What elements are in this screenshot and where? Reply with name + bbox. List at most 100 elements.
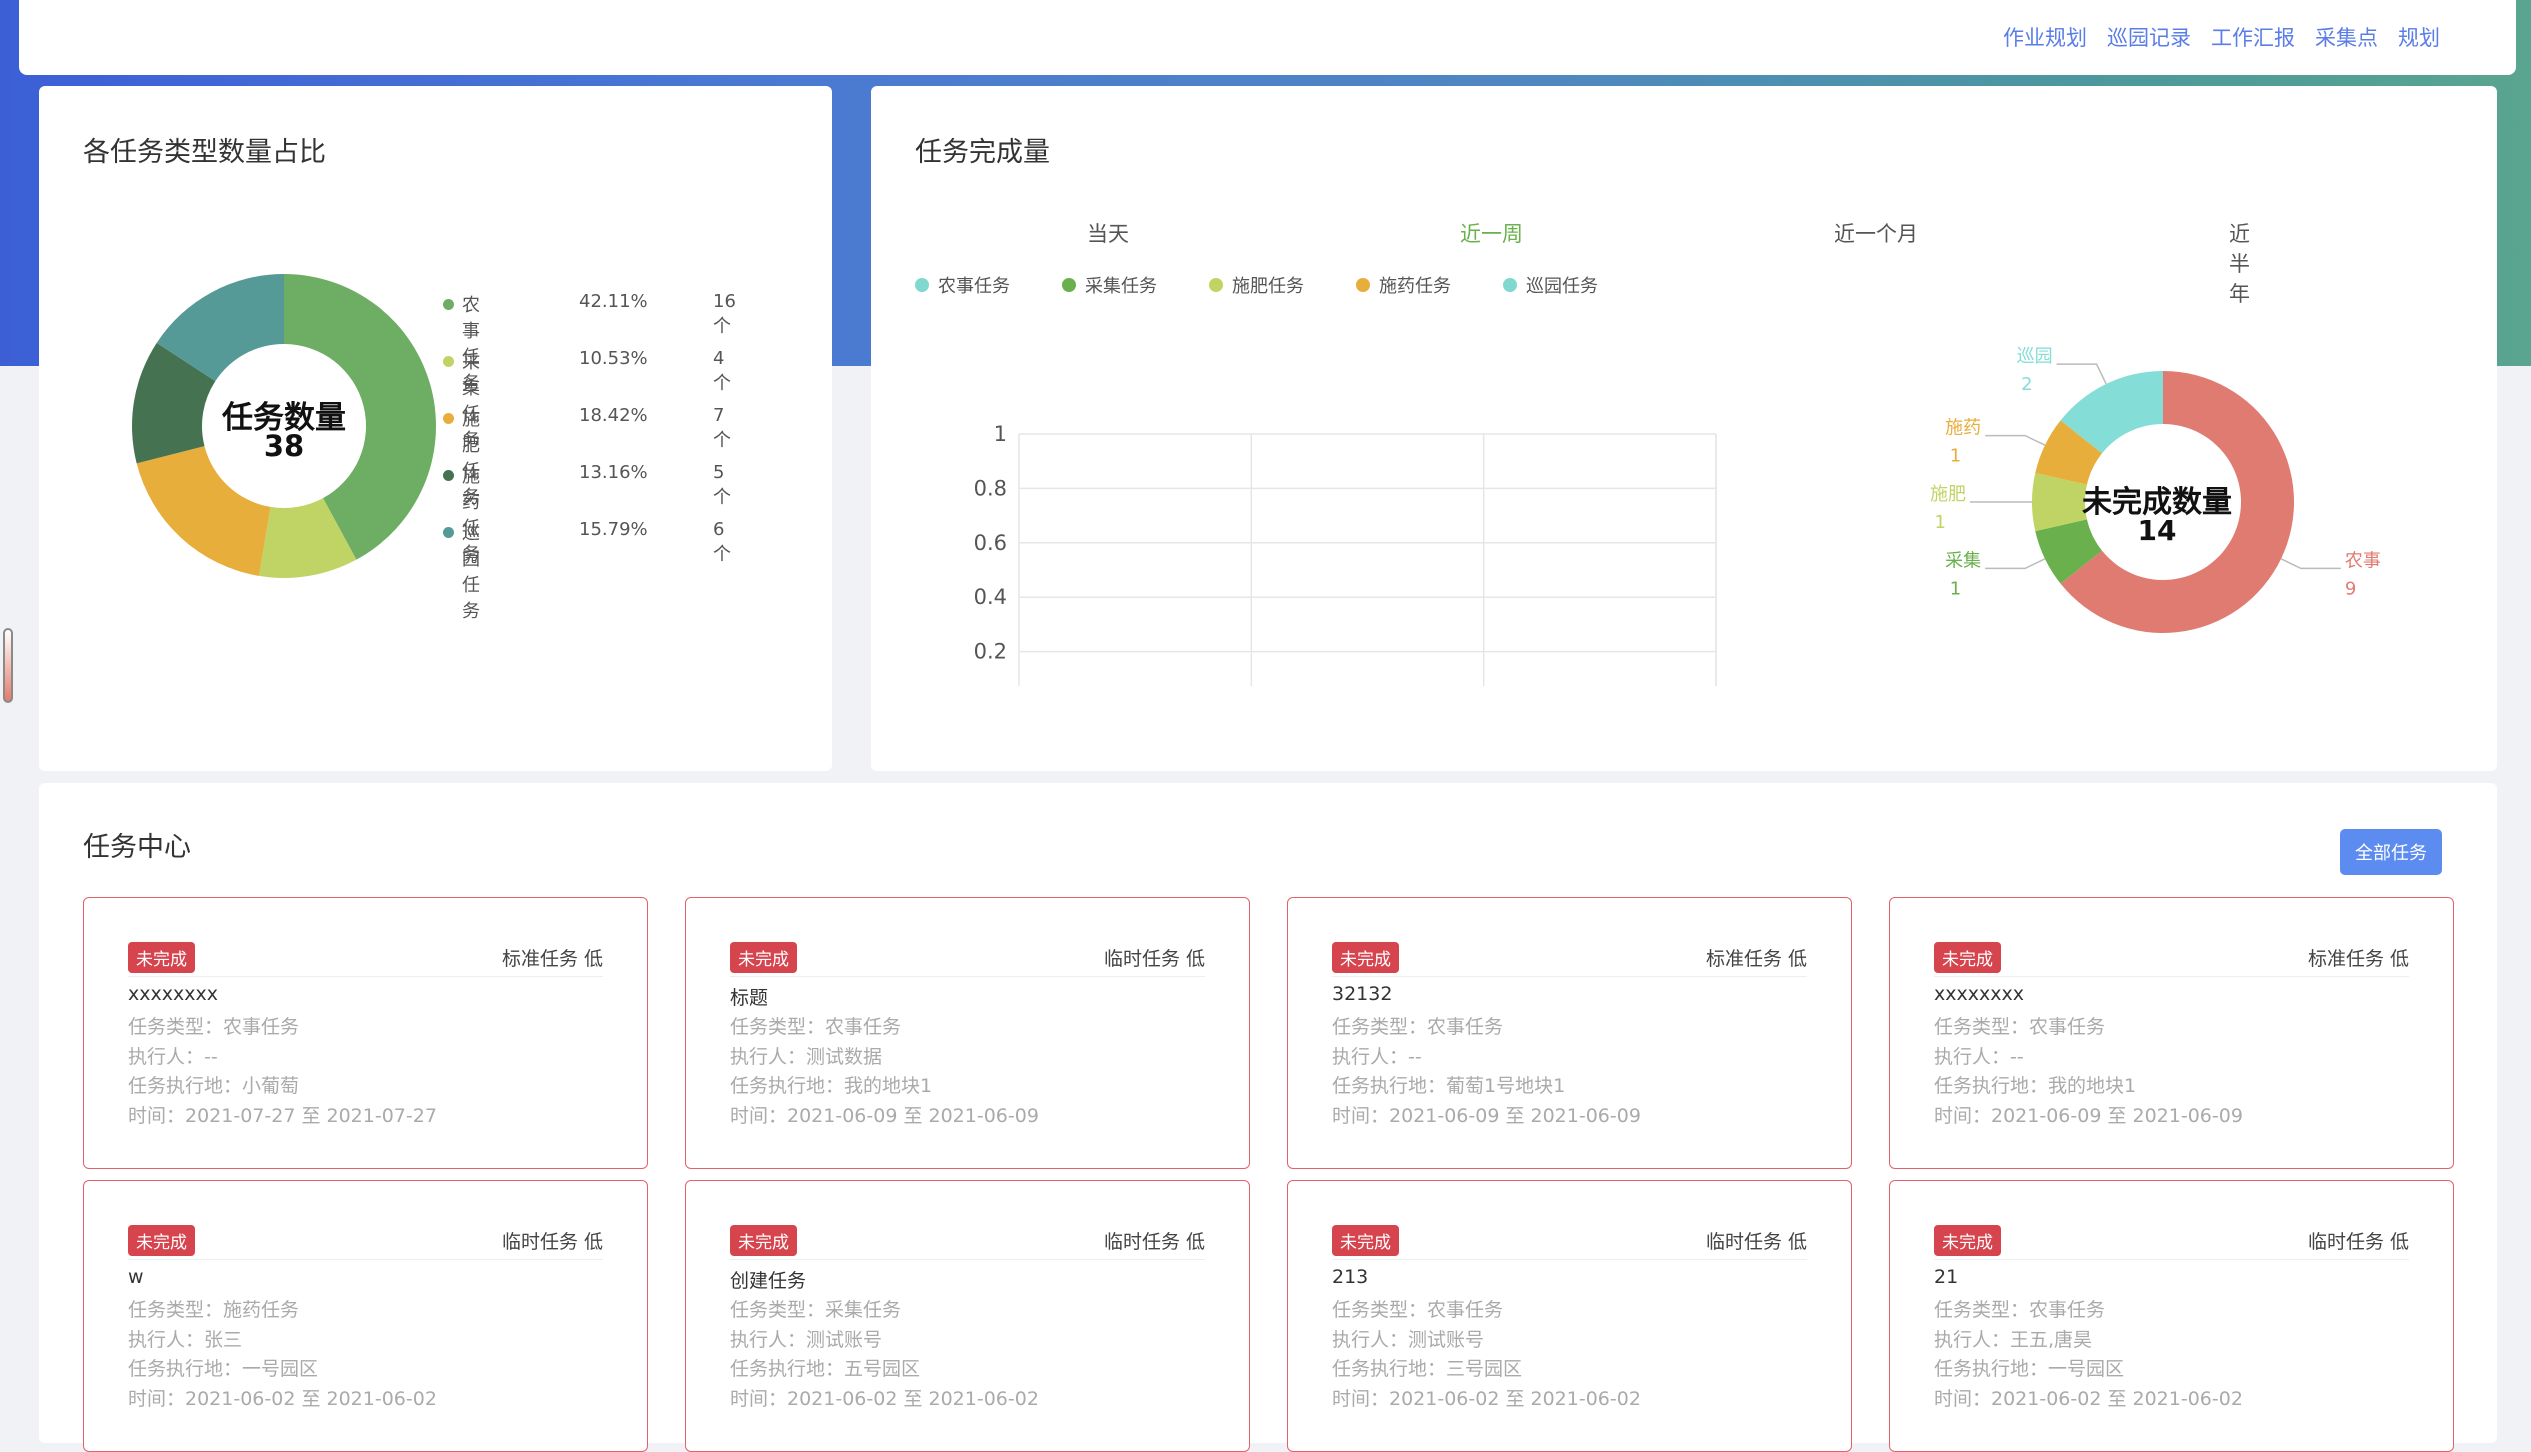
task-complete-card: 任务完成量 当天 近一周 近一个月 近半年 农事任务 采集任务 施肥任务 施药任… — [871, 86, 2497, 771]
slice-value: 1 — [1950, 446, 1961, 467]
nav-collection-point[interactable]: 采集点 — [2315, 22, 2378, 52]
status-badge: 未完成 — [128, 1225, 195, 1256]
legend-name: 巡园任务 — [1526, 276, 1598, 297]
tab-half-year[interactable]: 近半年 — [2229, 218, 2250, 308]
task-kind: 临时任务 低 — [1103, 948, 1205, 970]
task-card[interactable]: 未完成 临时任务 低标题 任务类型：农事任务 执行人：测试数据 任务执行地：我的地块1 时… — [685, 897, 1250, 1169]
legend-dot — [443, 413, 454, 424]
task-time: 时间：2021-06-02 至 2021-06-02 — [730, 1388, 1039, 1410]
task-kind: 临时任务 低 — [2307, 1231, 2409, 1253]
task-executor: 执行人：测试账号 — [1332, 1329, 1485, 1351]
task-card-header: 未完成 临时任务 低 — [1934, 1225, 2409, 1260]
legend-count: 4个 — [713, 348, 731, 394]
task-card-header: 未完成 临时任务 低 — [730, 942, 1205, 977]
unfinished-donut: 农事9采集1施肥1施药1巡园2未完成数量14 — [1930, 346, 2381, 633]
task-time: 时间：2021-06-09 至 2021-06-09 — [1934, 1105, 2243, 1127]
task-executor: 执行人：-- — [1934, 1046, 2024, 1068]
task-executor: 执行人：张三 — [128, 1329, 243, 1351]
task-executor: 执行人：王五,唐昊 — [1934, 1329, 2093, 1351]
task-executor: 执行人：-- — [1332, 1046, 1422, 1068]
tab-today[interactable]: 当天 — [1087, 218, 1129, 248]
legend-item[interactable]: 采集任务 — [1062, 272, 1157, 298]
status-badge: 未完成 — [1934, 1225, 2001, 1256]
y-tick-label: 0.4 — [974, 585, 1007, 609]
label-line — [1985, 558, 2046, 570]
scroll-handle[interactable] — [3, 628, 13, 703]
tab-week[interactable]: 近一周 — [1460, 218, 1523, 248]
task-type: 任务类型：农事任务 — [730, 1016, 902, 1038]
task-type: 任务类型：农事任务 — [1934, 1016, 2106, 1038]
legend-name: 采集任务 — [1085, 276, 1157, 297]
y-tick-label: 0.8 — [974, 476, 1007, 500]
task-card[interactable]: 未完成 标准任务 低 xxxxxxxx 任务类型：农事任务 执行人：-- 任务执行地：小葡… — [83, 897, 648, 1169]
top-nav: 作业规划 巡园记录 工作汇报 采集点 规划 — [2003, 22, 2440, 52]
task-time: 时间：2021-06-09 至 2021-06-09 — [1332, 1105, 1641, 1127]
legend-count: 7个 — [713, 405, 731, 451]
task-location: 任务执行地：一号园区 — [128, 1358, 319, 1380]
slice-value: 1 — [1950, 578, 1961, 599]
task-card[interactable]: 未完成 临时任务 低 w 任务类型：施药任务 执行人：张三 任务执行地：一号园区 时间：20… — [83, 1180, 648, 1452]
task-card-header: 未完成 标准任务 低 — [1332, 942, 1807, 977]
legend-dot — [1503, 278, 1517, 292]
legend-item[interactable]: 农事任务 — [915, 272, 1010, 298]
legend-dot — [443, 299, 454, 310]
nav-plan[interactable]: 规划 — [2398, 22, 2440, 52]
status-badge: 未完成 — [730, 942, 797, 973]
task-center-title: 任务中心 — [83, 832, 191, 863]
donut-center-total: 38 — [264, 429, 304, 463]
task-name: 213 — [1332, 1266, 1369, 1288]
task-card[interactable]: 未完成 临时任务 低 213 任务类型：农事任务 执行人：测试账号 任务执行地：三号园区时… — [1287, 1180, 1852, 1452]
slice-value: 1 — [1935, 512, 1946, 533]
task-kind: 标准任务 低 — [2307, 948, 2409, 970]
tab-month[interactable]: 近一个月 — [1834, 218, 1918, 248]
legend-item[interactable]: 巡园任务 — [1503, 272, 1598, 298]
task-card[interactable]: 未完成 标准任务 低 xxxxxxxx 任务类型：农事任务 执行人：-- 任务执行地：我的… — [1889, 897, 2454, 1169]
task-location: 任务执行地：五号园区 — [730, 1358, 921, 1380]
task-name: 标题 — [730, 987, 769, 1009]
legend-count: 6个 — [713, 519, 731, 565]
legend-dot — [443, 470, 454, 481]
task-card[interactable]: 未完成 标准任务 低 32132 任务类型：农事任务 执行人：-- 任务执行地：葡萄1号地… — [1287, 897, 1852, 1169]
task-card-header: 未完成 标准任务 低 — [128, 942, 603, 977]
task-kind: 标准任务 低 — [501, 948, 603, 970]
legend-item[interactable]: 施药任务 — [1356, 272, 1451, 298]
slice-label: 施药 — [1945, 418, 1981, 439]
task-name: xxxxxxxx — [1934, 983, 2024, 1005]
status-badge: 未完成 — [1934, 942, 2001, 973]
task-location: 任务执行地：一号园区 — [1934, 1358, 2125, 1380]
task-name: 21 — [1934, 1266, 1959, 1288]
legend-pct: 10.53% — [579, 348, 648, 369]
task-type: 任务类型：农事任务 — [128, 1016, 300, 1038]
legend-count: 5个 — [713, 462, 731, 508]
status-badge: 未完成 — [730, 1225, 797, 1256]
status-badge: 未完成 — [128, 942, 195, 973]
task-name: xxxxxxxx — [128, 983, 218, 1005]
task-type-card: 各任务类型数量占比 任务数量 38 农事任务 42.11% 16个 采集任务 10.53… — [39, 86, 832, 771]
nav-work-report[interactable]: 工作汇报 — [2211, 22, 2295, 52]
legend-name: 巡园任务 — [462, 523, 480, 622]
donut-center-total: 14 — [2138, 514, 2177, 547]
task-name: w — [128, 1266, 144, 1288]
task-type: 任务类型：农事任务 — [1934, 1299, 2106, 1321]
slice-label: 巡园 — [2017, 346, 2053, 367]
task-kind: 标准任务 低 — [1705, 948, 1807, 970]
task-card-header: 未完成 临时任务 低 — [1332, 1225, 1807, 1260]
slice-label: 施肥 — [1930, 484, 1966, 505]
legend-item[interactable]: 施肥任务 — [1209, 272, 1304, 298]
nav-work-plan[interactable]: 作业规划 — [2003, 22, 2087, 52]
all-tasks-button[interactable]: 全部任务 — [2340, 829, 2442, 875]
task-card[interactable]: 未完成 临时任务 低创建任务 任务类型：采集任务 执行人：测试账号 任务执行地：五号园区… — [685, 1180, 1250, 1452]
task-name: 32132 — [1332, 983, 1393, 1005]
task-kind: 临时任务 低 — [1705, 1231, 1807, 1253]
legend-dot — [915, 278, 929, 292]
task-time: 时间：2021-06-09 至 2021-06-09 — [730, 1105, 1039, 1127]
legend-name: 施肥任务 — [1232, 276, 1304, 297]
task-type: 任务类型：采集任务 — [730, 1299, 902, 1321]
donut-slice[interactable] — [136, 446, 271, 576]
task-card[interactable]: 未完成 临时任务 低 21 任务类型：农事任务 执行人：王五,唐昊 任务执行地：一号园区时… — [1889, 1180, 2454, 1452]
nav-patrol-record[interactable]: 巡园记录 — [2107, 22, 2191, 52]
task-executor: 执行人：测试账号 — [730, 1329, 883, 1351]
task-card-header: 未完成 标准任务 低 — [1934, 942, 2409, 977]
legend-dot — [443, 527, 454, 538]
task-time: 时间：2021-06-02 至 2021-06-02 — [128, 1388, 437, 1410]
